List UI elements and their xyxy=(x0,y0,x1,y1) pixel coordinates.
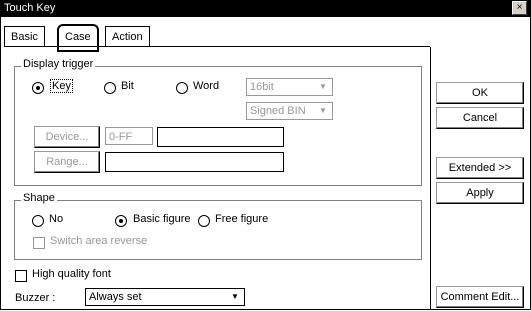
high-quality-font-label: High quality font xyxy=(32,268,111,280)
bit-size-select[interactable]: 16bit ▼ xyxy=(246,78,333,96)
buzzer-value: Always set xyxy=(89,291,142,303)
ok-button[interactable]: OK xyxy=(436,82,524,104)
range-input[interactable] xyxy=(105,152,284,172)
cancel-button[interactable]: Cancel xyxy=(436,107,524,129)
chevron-down-icon: ▼ xyxy=(319,106,327,115)
key-radio[interactable] xyxy=(32,82,44,94)
tab-strip-line xyxy=(4,46,430,47)
tab-basic[interactable]: Basic xyxy=(4,26,45,47)
extended-button[interactable]: Extended >> xyxy=(436,157,524,179)
number-format-select[interactable]: Signed BIN ▼ xyxy=(246,102,333,120)
shape-label: Shape xyxy=(21,192,57,204)
title-bar: Touch Key × xyxy=(0,0,531,17)
close-icon: × xyxy=(516,2,523,13)
bit-radio[interactable] xyxy=(104,82,116,94)
high-quality-font-checkbox[interactable] xyxy=(15,270,27,282)
switch-area-reverse-checkbox[interactable] xyxy=(33,237,45,249)
comment-edit-button[interactable]: Comment Edit... xyxy=(436,286,524,308)
shape-no-label[interactable]: No xyxy=(49,213,63,225)
panel-separator xyxy=(430,47,431,309)
basic-figure-label[interactable]: Basic figure xyxy=(133,213,190,225)
word-radio-label[interactable]: Word xyxy=(193,80,219,92)
shape-no-radio[interactable] xyxy=(32,215,44,227)
bit-radio-label[interactable]: Bit xyxy=(121,80,134,92)
bit-size-value: 16bit xyxy=(250,81,274,93)
basic-figure-radio[interactable] xyxy=(115,215,127,227)
range-button[interactable]: Range... xyxy=(34,151,100,173)
shape-group xyxy=(14,200,422,260)
tab-action[interactable]: Action xyxy=(105,26,150,47)
display-trigger-label: Display trigger xyxy=(21,58,96,70)
device-range-field: 0-FF xyxy=(105,127,153,145)
device-input[interactable] xyxy=(157,127,284,147)
tab-basic-label: Basic xyxy=(11,31,38,43)
buzzer-select[interactable]: Always set ▼ xyxy=(85,288,245,306)
device-button[interactable]: Device... xyxy=(34,126,100,148)
apply-button[interactable]: Apply xyxy=(436,182,524,204)
free-figure-label[interactable]: Free figure xyxy=(215,213,268,225)
key-radio-label[interactable]: Key xyxy=(50,79,73,93)
chevron-down-icon: ▼ xyxy=(319,82,327,91)
word-radio[interactable] xyxy=(176,82,188,94)
number-format-value: Signed BIN xyxy=(250,105,306,117)
close-button[interactable]: × xyxy=(512,1,527,15)
switch-area-reverse-label: Switch area reverse xyxy=(50,235,148,247)
chevron-down-icon: ▼ xyxy=(231,292,239,301)
tab-action-label: Action xyxy=(112,31,143,43)
window-title: Touch Key xyxy=(4,2,56,14)
tab-case-label: Case xyxy=(65,31,91,43)
buzzer-label: Buzzer : xyxy=(15,292,56,304)
free-figure-radio[interactable] xyxy=(198,215,210,227)
tab-case[interactable]: Case xyxy=(57,24,99,52)
